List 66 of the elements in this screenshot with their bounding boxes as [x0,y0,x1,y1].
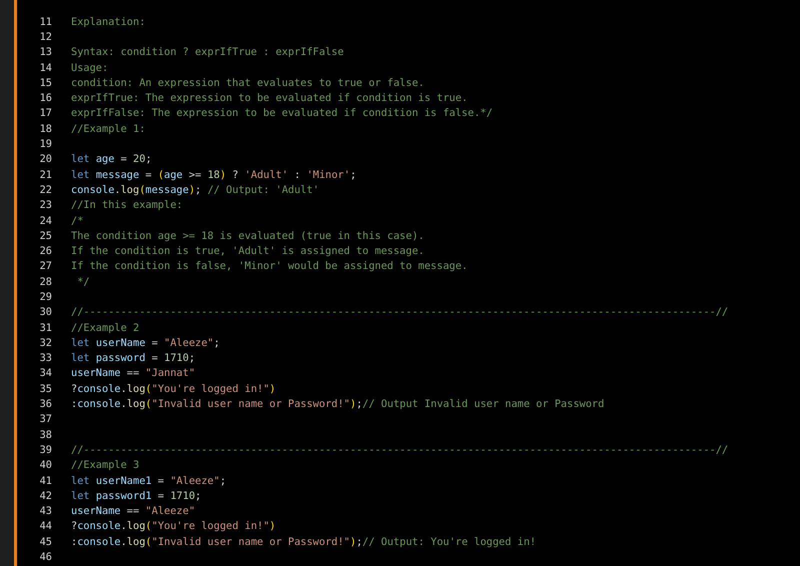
line-number: 22 [38,184,52,196]
line-number: 16 [38,92,52,104]
line-number: 15 [38,76,52,89]
line-number: 25 [38,230,52,242]
line-number: 41 [38,474,52,487]
line-number: 44 [38,520,52,532]
line-number: 42 [38,490,52,502]
line-number: 40 [38,459,52,472]
code-line: let userName = "Aleeze"; [71,336,220,349]
line-number: 36 [38,398,52,410]
line-number: 39 [38,444,52,456]
code-line: let password = 1710; [71,352,196,364]
code-line: Syntax: condition ? exprIfTrue : exprIfFalse [71,46,344,58]
line-number: 23 [38,199,52,212]
line-number: 11 [38,16,52,28]
line-number: 29 [38,290,52,303]
code-line: condition: An expression that evaluates to true or false. [71,76,424,89]
line-number: 31 [38,322,52,334]
line-number: 20 [38,153,52,166]
code-line: Explanation: [71,16,146,28]
line-number: 21 [38,168,52,181]
code-line: //In this example: [71,199,183,212]
line-number: 24 [38,214,52,226]
code-line: console.log(message); // Output: 'Adult' [71,184,320,196]
code-line: If the condition is true, 'Adult' is assigned to message. [71,245,424,258]
line-number: 45 [38,536,52,548]
code-line: let age = 20; [71,153,152,166]
code-line: userName == "Jannat" [71,367,196,380]
code-line: //------------------------------------------------------------------------------------------------------// [71,306,728,318]
line-number: 37 [38,413,52,426]
line-number: 14 [38,62,52,74]
line-number: 34 [38,367,52,380]
line-number: 43 [38,505,52,518]
line-number: 46 [38,551,52,564]
code-line: ?console.log("You're logged in!") [71,520,276,532]
line-number: 18 [38,122,52,135]
code-line: :console.log("Invalid user name or Password!");// Output: You're logged in! [71,536,536,548]
code-line: //Example 1: [71,122,146,135]
line-number: 27 [38,260,52,272]
code-line: //Example 2 [71,322,140,334]
line-number: 35 [38,382,52,395]
code-line: exprIfFalse: The expression to be evaluated if condition is false.*/ [71,107,493,120]
code-line: If the condition is false, 'Minor' would be assigned to message. [71,260,468,272]
line-number: 12 [38,30,52,43]
code-line: exprIfTrue: The expression to be evaluated if condition is true. [71,92,468,104]
code-line: let message = (age >= 18) ? 'Adult' : 'Minor'; [71,168,356,181]
code-line: :console.log("Invalid user name or Password!");// Output Invalid user name or Password [71,398,604,410]
line-number: 13 [38,46,52,58]
line-number: 30 [38,306,52,318]
line-number: 33 [38,352,52,364]
line-number: 32 [38,336,52,349]
code-line: */ [76,276,90,288]
code-line: //Example 3 [71,459,140,472]
line-number: 38 [38,428,52,441]
line-number: 26 [38,245,52,258]
code-line: /* [71,214,84,226]
code-line: let password1 = 1710; [71,490,202,502]
code-line: //------------------------------------------------------------------------------------------------------// [71,444,728,456]
code-line: let userName1 = "Aleeze"; [71,474,226,487]
code-line: ?console.log("You're logged in!") [71,382,276,395]
line-number: 28 [38,276,52,288]
code-line: Usage: [71,62,108,74]
code-line: userName == "Aleeze" [71,505,196,518]
line-number: 17 [38,107,52,120]
line-number: 19 [38,138,52,150]
code-line: The condition age >= 18 is evaluated (true in this case). [71,230,424,242]
